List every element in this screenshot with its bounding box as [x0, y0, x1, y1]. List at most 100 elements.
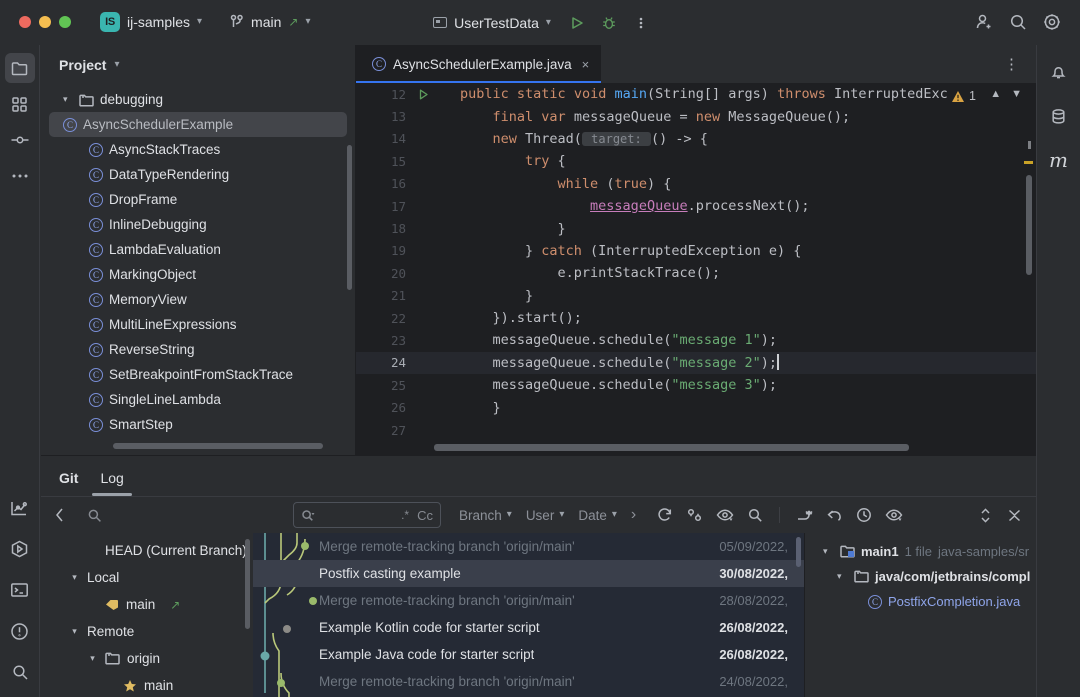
project-tree-item-asyncstacktraces[interactable]: C AsyncStackTraces	[41, 137, 355, 162]
vertical-ellipsis-icon[interactable]: ⋮	[1004, 55, 1036, 73]
chevron-down-icon[interactable]: ▾	[63, 94, 73, 105]
branch-filter[interactable]: Branch ▾	[453, 502, 518, 528]
editor-horizontal-scrollbar[interactable]	[434, 444, 909, 451]
sidebar-item-project[interactable]	[4, 53, 35, 83]
code-editor[interactable]: 12 public static void main(String[] args)…	[356, 83, 1036, 455]
code-line[interactable]: 17 messageQueue.processNext();	[356, 195, 1036, 217]
code-line[interactable]: 24 messageQueue.schedule("message 2");	[356, 351, 1036, 375]
settings-button[interactable]	[1038, 8, 1066, 36]
run-configuration-selector[interactable]: UserTestData ▾	[425, 10, 559, 36]
code-line[interactable]: 16 while (true) {	[356, 173, 1036, 195]
search-everywhere-button[interactable]	[1004, 8, 1032, 36]
editor-vertical-scrollbar[interactable]	[1026, 175, 1032, 275]
sidebar-item-search[interactable]	[5, 657, 35, 687]
match-case-toggle[interactable]: Cc	[417, 508, 433, 523]
commit-row[interactable]: Example Kotlin code for starter script 26…	[253, 614, 804, 641]
project-panel-header[interactable]: Project ▾	[41, 45, 355, 85]
project-tree-item-datatyperendering[interactable]: C DataTypeRendering	[41, 162, 355, 187]
sidebar-item-terminal[interactable]	[5, 575, 35, 605]
sidebar-item-maven[interactable]: m	[1044, 145, 1074, 175]
sidebar-item-notifications[interactable]	[1044, 57, 1074, 87]
commit-row[interactable]: Merge remote-tracking branch 'origin/mai…	[253, 668, 804, 695]
commit-row[interactable]: Merge remote-tracking branch 'origin/mai…	[253, 587, 804, 614]
branch-tree-item[interactable]: main ↗	[41, 591, 253, 618]
project-vertical-scrollbar[interactable]	[347, 145, 352, 290]
project-tree-item-inlinedebugging[interactable]: C InlineDebugging	[41, 212, 355, 237]
run-gutter-icon[interactable]	[412, 88, 434, 101]
branch-selector[interactable]: main ↗ ▾	[223, 9, 317, 35]
show-hide-icon[interactable]	[716, 508, 734, 522]
branch-tree-item[interactable]: ▾ Local	[41, 564, 253, 591]
code-line[interactable]: 13 final var messageQueue = new MessageQ…	[356, 105, 1036, 127]
cherry-pick-icon[interactable]	[796, 508, 813, 523]
code-line[interactable]: 23 messageQueue.schedule("message 1");	[356, 329, 1036, 351]
refresh-icon[interactable]	[656, 507, 673, 523]
editor-marker-warning[interactable]	[1024, 161, 1033, 164]
project-tree-item-lambdaevaluation[interactable]: C LambdaEvaluation	[41, 237, 355, 262]
compare-revisions-icon[interactable]	[686, 507, 703, 523]
maximize-window-button[interactable]	[59, 16, 71, 28]
code-line[interactable]: 25 messageQueue.schedule("message 3");	[356, 374, 1036, 396]
hide-panel-icon[interactable]	[1007, 508, 1022, 523]
account-button[interactable]	[970, 8, 998, 36]
run-button[interactable]	[563, 9, 591, 37]
sidebar-item-more[interactable]	[5, 161, 35, 191]
chevron-down-icon[interactable]: ▾	[823, 546, 834, 557]
code-line[interactable]: 27	[356, 419, 1036, 441]
project-tree-item-memoryview[interactable]: C MemoryView	[41, 287, 355, 312]
chevron-down-icon[interactable]: ▾	[69, 572, 80, 583]
editor-marker-change[interactable]	[1028, 141, 1031, 149]
close-window-button[interactable]	[19, 16, 31, 28]
code-line[interactable]: 18 }	[356, 217, 1036, 239]
project-tree-item-debugging[interactable]: ▾ debugging	[41, 87, 355, 112]
commit-row[interactable]: Example Java code for starter script 26/0…	[253, 641, 804, 668]
project-tree-item-markingobject[interactable]: C MarkingObject	[41, 262, 355, 287]
branches-scrollbar[interactable]	[245, 539, 250, 629]
log-search-input[interactable]: .* Cc	[293, 502, 441, 528]
commit-detail-row[interactable]: C PostfixCompletion.java	[805, 589, 1036, 614]
commit-detail-row[interactable]: ▾ java/com/jetbrains/compl	[805, 564, 1036, 589]
commit-detail-row[interactable]: ▾ main1 1 file java-samples/sr	[805, 539, 1036, 564]
code-line[interactable]: 19 } catch (InterruptedException e) {	[356, 240, 1036, 262]
sidebar-item-commit[interactable]	[5, 89, 35, 119]
window-controls[interactable]	[0, 16, 71, 28]
more-filters-button[interactable]: ›	[625, 502, 642, 528]
minimize-window-button[interactable]	[39, 16, 51, 28]
debug-button[interactable]	[595, 9, 623, 37]
code-line[interactable]: 14 new Thread( target: () -> {	[356, 128, 1036, 150]
sidebar-item-database[interactable]	[1044, 101, 1074, 131]
tab-log[interactable]: Log	[92, 470, 133, 496]
project-tree-item-dropframe[interactable]: C DropFrame	[41, 187, 355, 212]
preview-diff-icon[interactable]	[885, 508, 903, 522]
project-tree-item-singlelinelambda[interactable]: C SingleLineLambda	[41, 387, 355, 412]
editor-tab[interactable]: C AsyncSchedulerExample.java ×	[356, 45, 602, 83]
chevron-down-icon[interactable]: ▼	[1011, 88, 1022, 100]
branch-filter-search[interactable]	[79, 508, 291, 523]
collapse-panel-button[interactable]	[41, 497, 79, 534]
code-line[interactable]: 20 e.printStackTrace();	[356, 262, 1036, 284]
find-icon[interactable]	[747, 507, 763, 523]
project-tree-item-smartstep[interactable]: C SmartStep	[41, 412, 355, 437]
code-line[interactable]: 15 try {	[356, 150, 1036, 172]
commit-row[interactable]: Postfix casting example 30/08/2022,	[253, 560, 804, 587]
date-filter[interactable]: Date ▾	[572, 502, 623, 528]
commit-row[interactable]: Merge remote-tracking branch 'origin/mai…	[253, 533, 804, 560]
project-tree-item-setbreakpointfromstacktrace[interactable]: C SetBreakpointFromStackTrace	[41, 362, 355, 387]
code-line[interactable]: 21 }	[356, 285, 1036, 307]
chevron-down-icon[interactable]: ▾	[837, 571, 848, 582]
close-icon[interactable]: ×	[582, 57, 590, 72]
regex-toggle[interactable]: .*	[401, 508, 409, 522]
branch-tree-item[interactable]: ▾ origin	[41, 645, 253, 672]
sidebar-item-run[interactable]	[5, 534, 35, 564]
sidebar-item-problems[interactable]	[5, 616, 35, 646]
branch-tree-item[interactable]: HEAD (Current Branch)	[41, 537, 253, 564]
sidebar-item-profiler[interactable]	[5, 493, 35, 523]
chevron-down-icon[interactable]: ▾	[69, 626, 80, 637]
code-line[interactable]: 12 public static void main(String[] args)…	[356, 83, 1036, 105]
project-tree-item-asyncschedulerexample[interactable]: C AsyncSchedulerExample	[49, 112, 347, 137]
chevron-down-icon[interactable]: ▾	[114, 60, 119, 70]
branch-tree-item[interactable]: ▾ Remote	[41, 618, 253, 645]
sidebar-item-pull-requests[interactable]	[5, 125, 35, 155]
chevron-down-icon[interactable]: ▾	[87, 653, 98, 664]
history-icon[interactable]	[856, 507, 872, 523]
